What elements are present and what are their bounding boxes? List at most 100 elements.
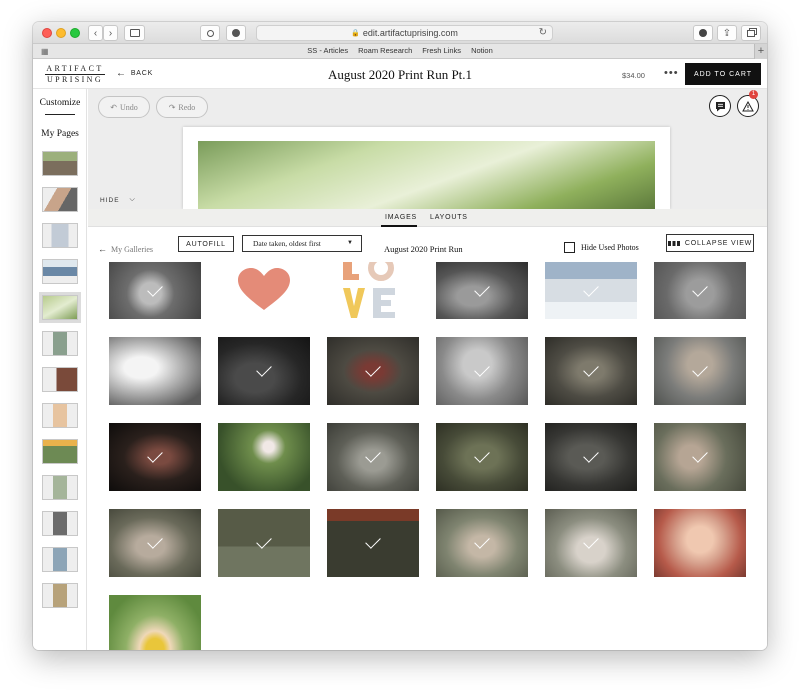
love-letters-icon (343, 262, 395, 318)
tab-layouts[interactable]: LAYOUTS (430, 214, 468, 221)
page-thumbnail[interactable] (42, 439, 78, 464)
new-tab-button[interactable]: + (754, 44, 767, 59)
tabs-overview-button[interactable] (741, 25, 761, 41)
redo-label: Redo (178, 102, 196, 112)
photo-tile[interactable] (436, 509, 528, 577)
back-button[interactable]: ← BACK (116, 68, 154, 79)
page-thumbnail-selected[interactable] (39, 292, 81, 323)
zoom-window-button[interactable] (70, 28, 80, 38)
photo-tile[interactable] (327, 509, 419, 577)
sidebar-toggle-button[interactable] (124, 25, 145, 41)
extension-button[interactable] (226, 25, 246, 41)
page-thumbnail[interactable] (42, 367, 78, 392)
page-thumbnail[interactable] (42, 475, 78, 500)
undo-button[interactable]: ↶ Undo (98, 96, 150, 118)
downloads-button[interactable] (693, 25, 713, 41)
reload-icon[interactable]: ↻ (539, 27, 547, 38)
photo-tile[interactable] (327, 262, 419, 319)
check-icon (365, 361, 381, 377)
undo-icon: ↶ (110, 102, 117, 112)
page-thumbnail[interactable] (42, 187, 78, 212)
back-label: BACK (130, 70, 154, 77)
autofill-button[interactable]: AUTOFILL (178, 236, 234, 252)
page-thumbnail[interactable] (42, 547, 78, 572)
hide-used-checkbox[interactable] (564, 242, 575, 253)
more-options-icon[interactable]: ••• (664, 67, 679, 79)
left-sidebar: Customize My Pages (33, 89, 87, 650)
alert-count-badge: 1 (749, 90, 758, 99)
photo-tile[interactable] (327, 423, 419, 491)
check-icon (474, 447, 490, 463)
photo-tile[interactable] (654, 509, 746, 577)
page-thumbnail[interactable] (42, 331, 78, 356)
panel-tabs: IMAGES LAYOUTS (88, 209, 767, 227)
favorite-fresh-links[interactable]: Fresh Links (422, 46, 461, 55)
photo-tile[interactable] (109, 595, 201, 650)
address-bar[interactable]: 🔒 edit.artifactuprising.com ↻ (256, 25, 553, 41)
page-thumbnail[interactable] (42, 259, 78, 284)
check-icon (583, 280, 599, 297)
collapse-view-label: COLLAPSE VIEW (684, 239, 753, 247)
close-window-button[interactable] (42, 28, 52, 38)
chevron-down-icon: ⌵ (129, 196, 136, 203)
favorite-ss-articles[interactable]: SS - Articles (307, 46, 348, 55)
share-button[interactable]: ⇪ (717, 25, 737, 41)
page-thumbnail[interactable] (42, 403, 78, 428)
photo-tile[interactable] (436, 262, 528, 319)
my-galleries-link[interactable]: ← My Galleries (98, 244, 153, 254)
check-icon (256, 533, 272, 549)
artifact-uprising-logo[interactable]: ARTIFACT UPRISING (43, 64, 107, 85)
arrow-left-icon: ← (116, 68, 127, 79)
page-thumbnail[interactable] (42, 583, 78, 608)
page-thumbnail[interactable] (42, 151, 78, 176)
photo-tile[interactable] (218, 262, 310, 319)
arrow-left-icon: ← (98, 244, 107, 254)
download-icon (699, 29, 707, 37)
comments-button[interactable] (709, 95, 731, 117)
tab-images[interactable]: IMAGES (385, 214, 417, 221)
photo-tile[interactable] (654, 423, 746, 491)
logo-line-1: ARTIFACT (46, 64, 104, 73)
photo-tile[interactable] (436, 337, 528, 405)
check-icon (365, 533, 381, 549)
favorite-roam-research[interactable]: Roam Research (358, 46, 412, 55)
photo-tile[interactable] (218, 337, 310, 405)
check-icon (474, 533, 490, 549)
check-icon (583, 447, 599, 463)
photo-tile[interactable] (218, 509, 310, 577)
photo-tile[interactable] (109, 509, 201, 577)
collapse-view-button[interactable]: COLLAPSE VIEW (666, 234, 754, 252)
hide-panel-button[interactable]: HIDE ⌵ (88, 191, 148, 209)
photo-tile[interactable] (545, 509, 637, 577)
photo-tile[interactable] (109, 337, 201, 405)
hide-used-toggle[interactable]: Hide Used Photos (564, 242, 639, 253)
photo-tile[interactable] (327, 337, 419, 405)
redo-button[interactable]: ↷ Redo (156, 96, 208, 118)
photo-tile[interactable] (545, 262, 637, 319)
minimize-window-button[interactable] (56, 28, 66, 38)
lock-icon: 🔒 (351, 30, 360, 37)
customize-tab[interactable]: Customize (33, 98, 87, 108)
check-icon (365, 447, 381, 463)
photo-tile[interactable] (545, 337, 637, 405)
photo-tile[interactable] (109, 423, 201, 491)
privacy-report-button[interactable] (200, 25, 220, 41)
back-nav-button[interactable]: ‹ (88, 25, 103, 41)
photo-tile[interactable] (109, 262, 201, 319)
active-tab-indicator (381, 225, 417, 227)
photo-tile[interactable] (545, 423, 637, 491)
photo-tile[interactable] (218, 423, 310, 491)
favorite-notion[interactable]: Notion (471, 46, 493, 55)
chat-icon (715, 101, 725, 111)
tabs-icon (747, 29, 755, 37)
photo-tile[interactable] (654, 337, 746, 405)
forward-nav-button[interactable]: › (103, 25, 118, 41)
photo-tile[interactable] (654, 262, 746, 319)
photo-tile[interactable] (436, 423, 528, 491)
browser-window: ‹ › 🔒 edit.artifactuprising.com ↻ ⇪ ▦ SS… (33, 22, 767, 650)
page-photo-slot[interactable] (198, 141, 655, 209)
page-thumbnail[interactable] (42, 223, 78, 248)
page-thumbnail[interactable] (42, 511, 78, 536)
add-to-cart-button[interactable]: ADD TO CART (685, 63, 761, 85)
sort-select[interactable]: Date taken, oldest first ▼ (242, 235, 362, 252)
